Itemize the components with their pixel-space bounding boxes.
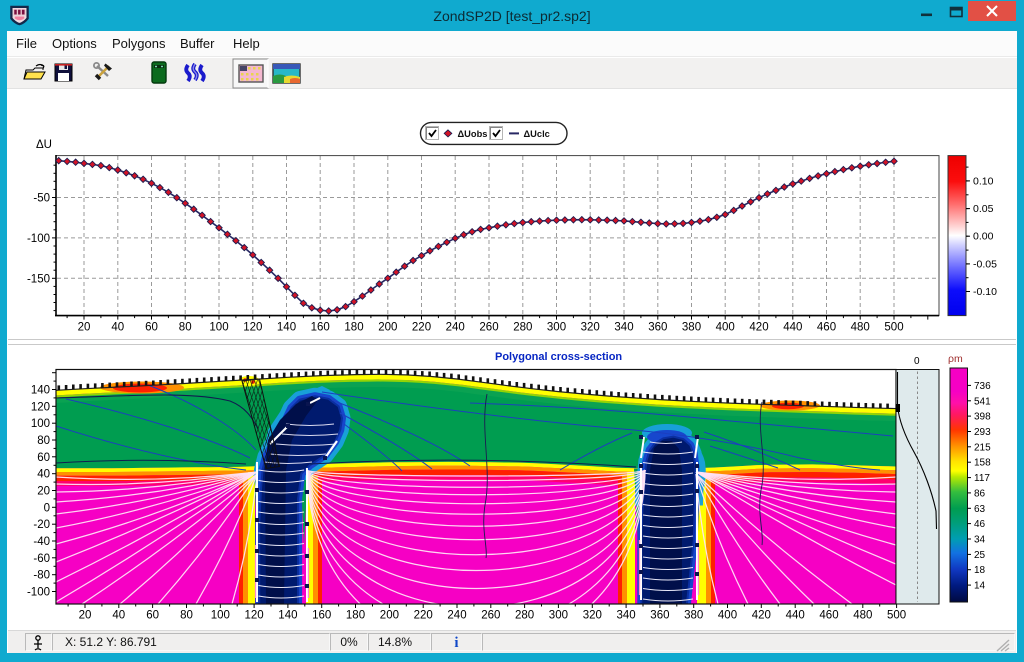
svg-text:220: 220 bbox=[414, 610, 433, 622]
svg-text:-40: -40 bbox=[33, 536, 50, 548]
svg-text:200: 200 bbox=[378, 322, 397, 334]
svg-text:260: 260 bbox=[479, 322, 498, 334]
svg-text:-80: -80 bbox=[33, 570, 50, 582]
svg-text:120: 120 bbox=[243, 322, 262, 334]
svg-text:20: 20 bbox=[78, 322, 91, 334]
svg-text:80: 80 bbox=[179, 322, 192, 334]
svg-text:180: 180 bbox=[344, 322, 363, 334]
svg-text:14: 14 bbox=[974, 581, 986, 592]
svg-text:480: 480 bbox=[851, 322, 870, 334]
svg-text:215: 215 bbox=[974, 442, 991, 453]
svg-text:500: 500 bbox=[887, 610, 906, 622]
svg-text:-20: -20 bbox=[33, 519, 50, 531]
svg-text:-50: -50 bbox=[33, 193, 50, 205]
svg-text:280: 280 bbox=[515, 610, 534, 622]
svg-text:220: 220 bbox=[412, 322, 431, 334]
svg-text:398: 398 bbox=[974, 412, 991, 423]
svg-text:140: 140 bbox=[278, 610, 297, 622]
svg-text:480: 480 bbox=[853, 610, 872, 622]
svg-text:60: 60 bbox=[146, 610, 159, 622]
svg-text:293: 293 bbox=[974, 427, 991, 438]
svg-text:80: 80 bbox=[37, 435, 50, 447]
svg-text:460: 460 bbox=[819, 610, 838, 622]
svg-text:63: 63 bbox=[974, 504, 986, 515]
svg-text:340: 340 bbox=[614, 322, 633, 334]
svg-text:40: 40 bbox=[111, 322, 124, 334]
svg-text:320: 320 bbox=[581, 322, 600, 334]
svg-text:360: 360 bbox=[648, 322, 667, 334]
svg-text:25: 25 bbox=[974, 550, 986, 561]
svg-text:117: 117 bbox=[974, 473, 990, 484]
svg-text:ΔUclc: ΔUclc bbox=[524, 129, 550, 139]
svg-text:60: 60 bbox=[37, 452, 50, 464]
svg-text:20: 20 bbox=[37, 486, 50, 498]
svg-text:ΔU: ΔU bbox=[36, 139, 52, 151]
svg-text:380: 380 bbox=[684, 610, 703, 622]
svg-text:0: 0 bbox=[44, 502, 50, 514]
svg-text:0: 0 bbox=[914, 356, 920, 367]
svg-text:120: 120 bbox=[245, 610, 264, 622]
svg-text:Polygonal cross-section: Polygonal cross-section bbox=[495, 351, 622, 363]
svg-text:280: 280 bbox=[513, 322, 532, 334]
svg-text:300: 300 bbox=[547, 322, 566, 334]
svg-text:ρm: ρm bbox=[948, 353, 963, 365]
svg-text:40: 40 bbox=[37, 469, 50, 481]
svg-text:460: 460 bbox=[817, 322, 836, 334]
svg-text:140: 140 bbox=[277, 322, 296, 334]
svg-text:240: 240 bbox=[446, 322, 465, 334]
svg-text:440: 440 bbox=[783, 322, 802, 334]
svg-text:320: 320 bbox=[583, 610, 602, 622]
svg-text:20: 20 bbox=[79, 610, 92, 622]
svg-text:400: 400 bbox=[718, 610, 737, 622]
svg-text:ΔUobs: ΔUobs bbox=[458, 129, 488, 139]
svg-text:86: 86 bbox=[974, 488, 986, 499]
svg-text:440: 440 bbox=[786, 610, 805, 622]
svg-text:158: 158 bbox=[974, 458, 991, 469]
svg-text:-100: -100 bbox=[27, 587, 50, 599]
svg-text:420: 420 bbox=[749, 322, 768, 334]
svg-text:60: 60 bbox=[145, 322, 158, 334]
svg-text:34: 34 bbox=[974, 535, 986, 546]
svg-text:240: 240 bbox=[447, 610, 466, 622]
svg-text:-0.10: -0.10 bbox=[973, 286, 997, 298]
svg-text:0.10: 0.10 bbox=[973, 175, 994, 187]
svg-text:18: 18 bbox=[974, 565, 986, 576]
svg-text:-100: -100 bbox=[27, 233, 50, 245]
svg-text:300: 300 bbox=[549, 610, 568, 622]
svg-text:46: 46 bbox=[974, 519, 986, 530]
svg-text:40: 40 bbox=[112, 610, 125, 622]
svg-text:-60: -60 bbox=[33, 553, 50, 565]
svg-text:-0.05: -0.05 bbox=[973, 258, 997, 270]
svg-text:140: 140 bbox=[31, 385, 50, 397]
svg-text:200: 200 bbox=[380, 610, 399, 622]
svg-text:0.05: 0.05 bbox=[973, 203, 994, 215]
svg-text:100: 100 bbox=[211, 610, 230, 622]
svg-text:360: 360 bbox=[650, 610, 669, 622]
svg-text:340: 340 bbox=[617, 610, 636, 622]
svg-text:180: 180 bbox=[346, 610, 365, 622]
svg-text:120: 120 bbox=[31, 401, 50, 413]
svg-text:0.00: 0.00 bbox=[973, 231, 994, 243]
svg-text:400: 400 bbox=[716, 322, 735, 334]
svg-text:-150: -150 bbox=[27, 273, 50, 285]
svg-text:160: 160 bbox=[311, 322, 330, 334]
svg-text:500: 500 bbox=[884, 322, 903, 334]
svg-text:541: 541 bbox=[974, 396, 991, 407]
svg-text:380: 380 bbox=[682, 322, 701, 334]
svg-text:420: 420 bbox=[752, 610, 771, 622]
svg-text:160: 160 bbox=[312, 610, 331, 622]
svg-text:260: 260 bbox=[481, 610, 500, 622]
svg-text:100: 100 bbox=[209, 322, 228, 334]
svg-text:100: 100 bbox=[31, 418, 50, 430]
svg-text:736: 736 bbox=[974, 381, 991, 392]
svg-text:80: 80 bbox=[180, 610, 193, 622]
